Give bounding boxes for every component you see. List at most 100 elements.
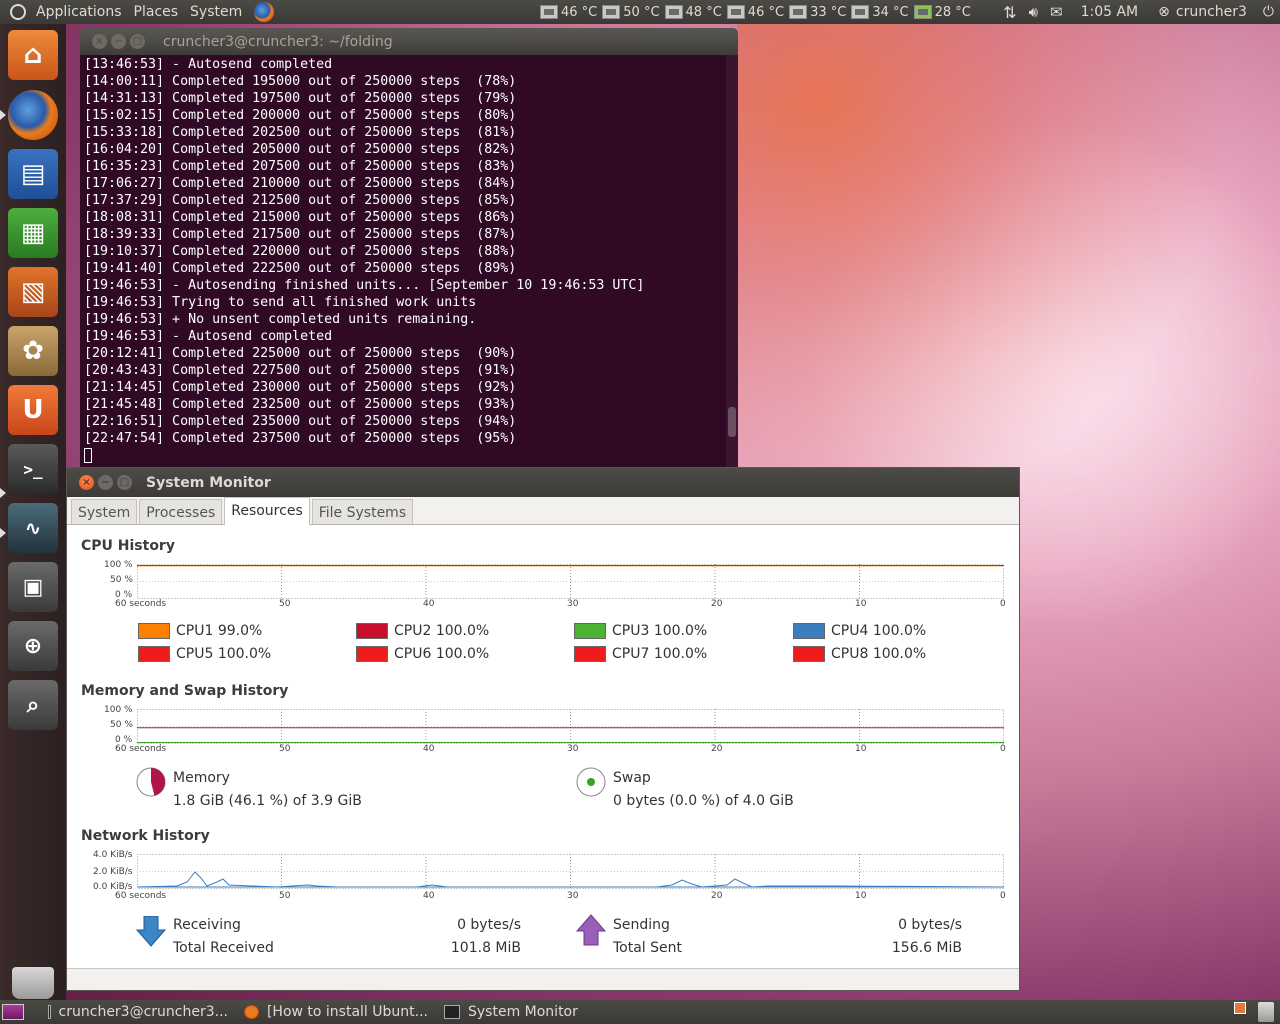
user-menu[interactable]: ⊗ cruncher3 <box>1152 0 1253 24</box>
x-tick-label: 60 seconds <box>115 891 167 901</box>
minimize-icon[interactable]: − <box>98 475 113 490</box>
network-icon[interactable]: ⇅ <box>997 0 1022 24</box>
x-tick-label: 30 <box>567 744 579 754</box>
x-tick-label: 0 <box>1000 599 1006 609</box>
power-icon[interactable]: ⏻ <box>1257 0 1280 24</box>
cpu1-legend[interactable]: CPU1 99.0% <box>138 623 262 639</box>
temp-sensor-5[interactable]: 33 °C <box>789 5 846 20</box>
taskbar-system-monitor[interactable]: System Monitor <box>436 1000 616 1024</box>
terminal-titlebar[interactable]: × − □ cruncher3@cruncher3: ~/folding <box>80 28 738 55</box>
menu-applications[interactable]: Applications <box>32 0 128 24</box>
close-icon[interactable]: × <box>79 475 94 490</box>
trash-applet-icon[interactable] <box>1258 1002 1274 1022</box>
clock[interactable]: 1:05 AM <box>1075 0 1145 24</box>
terminal-line: [19:46:53] - Autosending finished units.… <box>84 278 645 293</box>
launcher: ⌂ ▤ ▦ ▧ ✿ U >_ ∿ ▣ ⊕ ⌕ <box>0 24 66 1000</box>
mem-tick-100: 100 % <box>104 705 133 715</box>
terminal-line: [20:12:41] Completed 225000 out of 25000… <box>84 346 517 361</box>
writer-icon[interactable]: ▤ <box>8 149 58 199</box>
workspace-switcher-icon[interactable]: ▣ <box>8 562 58 612</box>
terminal-line: [16:35:23] Completed 207500 out of 25000… <box>84 159 517 174</box>
tab-system[interactable]: System <box>71 499 138 524</box>
scrollbar-thumb[interactable] <box>728 407 736 437</box>
terminal-line: [21:14:45] Completed 230000 out of 25000… <box>84 380 517 395</box>
menu-places[interactable]: Places <box>128 0 185 24</box>
cpu8-legend[interactable]: CPU8 100.0% <box>793 646 926 662</box>
net-tick-2: 2.0 KiB/s <box>93 867 133 877</box>
temp-sensor-7[interactable]: 28 °C <box>913 5 971 20</box>
firefox-launcher-icon[interactable] <box>248 0 280 24</box>
minimize-icon[interactable]: − <box>111 34 126 49</box>
files-search-icon[interactable]: ⌕ <box>8 680 58 730</box>
tab-processes[interactable]: Processes <box>139 499 223 524</box>
cpu4-legend[interactable]: CPU4 100.0% <box>793 623 926 639</box>
cpu1-swatch[interactable] <box>138 623 170 639</box>
dash-search-icon[interactable]: ⊕ <box>8 621 58 671</box>
menu-system[interactable]: System <box>184 0 248 24</box>
temp-sensor-3[interactable]: 48 °C <box>664 5 722 20</box>
firefox-icon[interactable] <box>8 90 58 140</box>
terminal-scrollbar[interactable] <box>726 55 738 468</box>
running-indicator <box>0 110 6 120</box>
swap-pie-icon[interactable] <box>575 766 607 798</box>
running-indicator <box>0 488 6 498</box>
cpu3-swatch[interactable] <box>574 623 606 639</box>
maximize-icon[interactable]: □ <box>130 34 145 49</box>
maximize-icon[interactable]: □ <box>117 475 132 490</box>
workspace-switcher[interactable] <box>1234 1002 1246 1014</box>
home-folder-icon[interactable]: ⌂ <box>8 30 58 80</box>
chip-icon <box>851 5 870 19</box>
terminal-icon[interactable]: >_ <box>8 444 58 494</box>
impress-icon[interactable]: ▧ <box>8 267 58 317</box>
trash-icon[interactable] <box>12 967 54 999</box>
receiving-value: 0 bytes/s <box>457 917 521 933</box>
close-icon[interactable]: × <box>92 34 107 49</box>
cpu2-legend[interactable]: CPU2 100.0% <box>356 623 489 639</box>
terminal-output[interactable]: [13:46:53] - Autosend completed [14:00:11… <box>80 55 738 468</box>
cpu6-swatch[interactable] <box>356 646 388 662</box>
terminal-line: [19:46:53] - Autosend completed <box>84 329 333 344</box>
volume-icon[interactable]: 🔊︎ <box>1023 0 1044 24</box>
mail-icon[interactable]: ✉ <box>1044 0 1069 24</box>
temp-sensor-1[interactable]: 46 °C <box>540 5 597 20</box>
software-center-icon[interactable]: ✿ <box>8 326 58 376</box>
cpu3-legend[interactable]: CPU3 100.0% <box>574 623 707 639</box>
taskbar-terminal[interactable]: cruncher3@cruncher3... <box>40 1000 236 1024</box>
temp-sensor-4[interactable]: 46 °C <box>726 5 784 20</box>
taskbar-firefox[interactable]: [How to install Ubunt... <box>236 1000 436 1024</box>
ubuntu-logo-icon[interactable] <box>0 0 32 24</box>
cpu7-swatch[interactable] <box>574 646 606 662</box>
terminal-window: × − □ cruncher3@cruncher3: ~/folding [13… <box>80 28 738 468</box>
ubuntu-one-icon[interactable]: U <box>8 385 58 435</box>
temp-sensor-2[interactable]: 50 °C <box>602 5 660 20</box>
cpu7-legend[interactable]: CPU7 100.0% <box>574 646 707 662</box>
gpu-chip-icon <box>913 5 932 19</box>
tab-file-systems[interactable]: File Systems <box>311 499 414 524</box>
calc-icon[interactable]: ▦ <box>8 208 58 258</box>
terminal-line: [15:33:18] Completed 202500 out of 25000… <box>84 125 517 140</box>
terminal-line: [19:41:40] Completed 222500 out of 25000… <box>84 261 517 276</box>
terminal-line: [15:02:15] Completed 200000 out of 25000… <box>84 108 517 123</box>
system-monitor-icon[interactable]: ∿ <box>8 503 58 553</box>
terminal-line: [14:31:13] Completed 197500 out of 25000… <box>84 91 517 106</box>
cpu5-legend[interactable]: CPU5 100.0% <box>138 646 271 662</box>
user-icon: ⊗ <box>1158 4 1170 20</box>
cpu8-swatch[interactable] <box>793 646 825 662</box>
show-desktop-icon[interactable] <box>2 1004 24 1020</box>
cpu4-swatch[interactable] <box>793 623 825 639</box>
cpu6-legend[interactable]: CPU6 100.0% <box>356 646 489 662</box>
total-sent-label: Total Sent <box>613 940 683 956</box>
temperature-sensors: 46 °C 50 °C 48 °C 46 °C 33 °C 34 °C 28 °… <box>540 0 976 24</box>
temp-sensor-6[interactable]: 34 °C <box>851 5 909 20</box>
memory-pie-icon[interactable] <box>135 766 167 798</box>
x-tick-label: 20 <box>711 599 723 609</box>
terminal-icon <box>48 1005 51 1019</box>
cpu5-swatch[interactable] <box>138 646 170 662</box>
terminal-line: [16:04:20] Completed 205000 out of 25000… <box>84 142 517 157</box>
system-monitor-titlebar[interactable]: × − □ System Monitor <box>67 468 1019 497</box>
x-tick-label: 40 <box>423 891 435 901</box>
cpu2-swatch[interactable] <box>356 623 388 639</box>
x-tick-label: 40 <box>423 599 435 609</box>
chip-icon <box>664 5 683 19</box>
tab-resources[interactable]: Resources <box>224 497 310 525</box>
